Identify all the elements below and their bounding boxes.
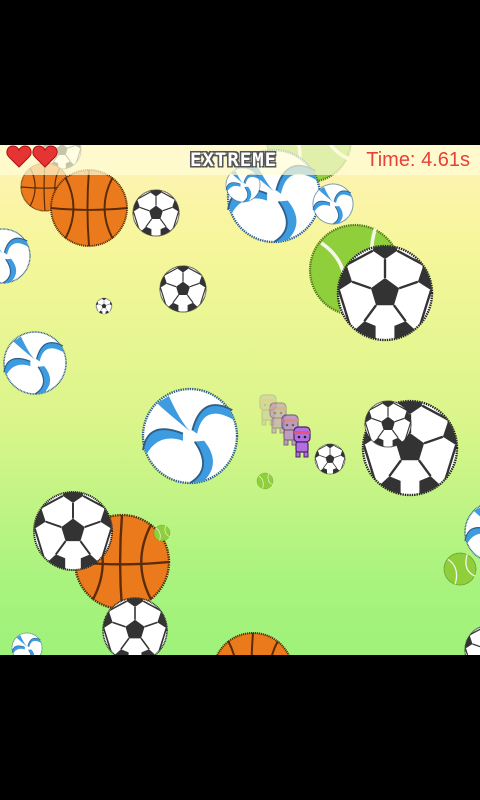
game-playfield[interactable]: EXTREME Time: 4.61s xyxy=(0,145,480,655)
volleyball xyxy=(4,332,66,394)
timer-label: Time: xyxy=(366,149,416,171)
volleyball xyxy=(465,502,480,562)
game-scene xyxy=(0,145,480,655)
timer-display: Time: 4.61s xyxy=(366,147,470,173)
basketball xyxy=(50,169,128,247)
volleyball xyxy=(12,633,42,655)
heart-icon xyxy=(32,145,58,168)
timer-value: 4.61s xyxy=(421,149,470,171)
soccer-ball xyxy=(128,185,183,238)
soccer-ball xyxy=(460,620,480,655)
basketball xyxy=(212,632,294,655)
soccer-ball xyxy=(155,261,210,314)
player-ninja[interactable] xyxy=(293,426,311,458)
tennis-ball xyxy=(153,524,171,542)
soccer-ball xyxy=(94,296,113,314)
soccer-ball xyxy=(312,441,348,476)
heart-icon xyxy=(6,145,32,168)
tennis-ball xyxy=(443,552,477,586)
hud-bar: EXTREME Time: 4.61s xyxy=(0,145,480,175)
tennis-ball xyxy=(256,472,274,490)
volleyball xyxy=(143,389,237,483)
difficulty-label: EXTREME xyxy=(190,149,278,171)
volleyball xyxy=(313,184,353,224)
top-letterbox xyxy=(0,0,480,145)
bottom-letterbox xyxy=(0,655,480,800)
soccer-ball xyxy=(354,392,467,500)
volleyball xyxy=(0,229,30,283)
